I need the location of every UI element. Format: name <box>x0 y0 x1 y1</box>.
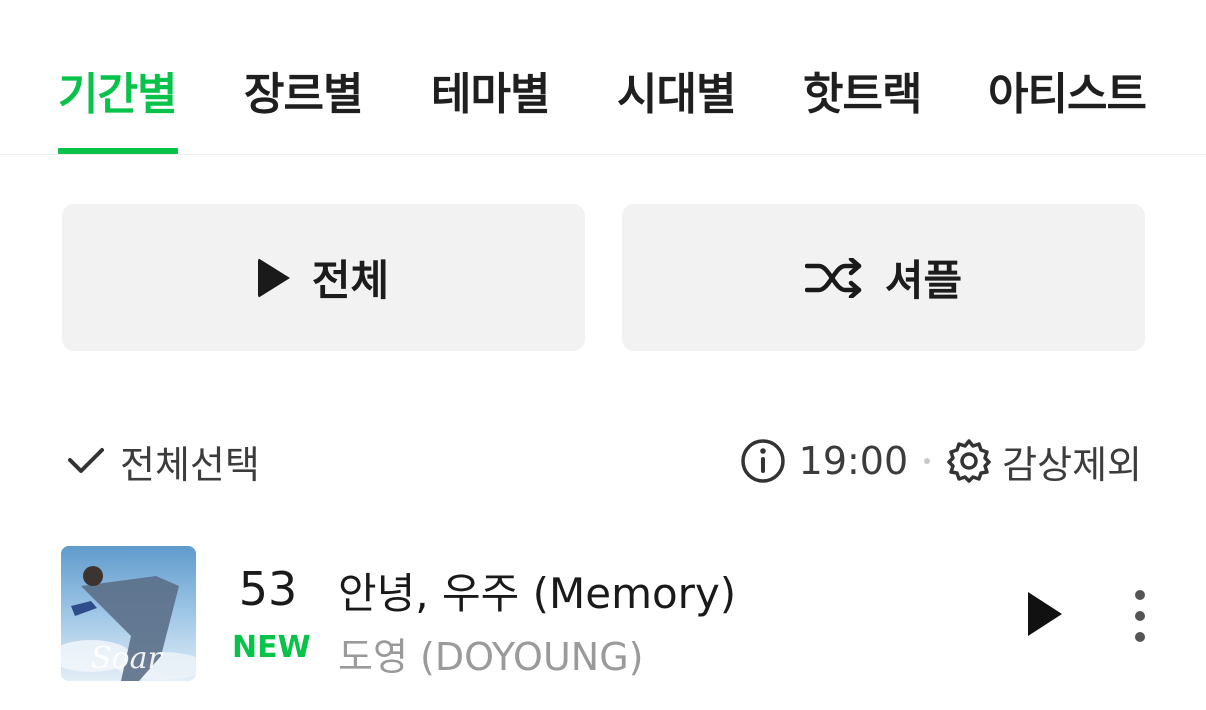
song-title[interactable]: 안녕, 우주 (Memory) <box>338 560 736 621</box>
album-cover-text: Soar <box>91 641 163 676</box>
new-badge: NEW <box>232 630 311 665</box>
active-tab-indicator <box>58 148 178 154</box>
album-cover[interactable]: Soar <box>61 546 196 681</box>
more-vertical-icon-dot <box>1135 611 1145 621</box>
shuffle-icon <box>804 257 862 298</box>
table-row[interactable]: Soar 53 NEW 안녕, 우주 (Memory) 도영 (DOYOUNG) <box>0 540 1206 690</box>
tab-theme[interactable]: 테마별 <box>431 58 550 120</box>
shuffle-button[interactable]: 셔플 <box>622 204 1145 351</box>
shuffle-label: 셔플 <box>884 256 963 305</box>
separator-dot <box>924 458 931 464</box>
more-options-button[interactable] <box>1128 590 1152 642</box>
song-rank: 53 <box>238 562 298 616</box>
select-all-toggle[interactable]: 전체선택 <box>66 436 260 487</box>
exclude-label: 감상제외 <box>1002 442 1142 487</box>
artist-name[interactable]: 도영 (DOYOUNG) <box>338 626 643 681</box>
info-icon[interactable] <box>739 437 787 485</box>
tab-era[interactable]: 시대별 <box>617 58 736 120</box>
play-all-label: 전체 <box>311 256 390 305</box>
more-vertical-icon-dot <box>1135 590 1145 600</box>
tab-period[interactable]: 기간별 <box>58 58 177 120</box>
chart-update-time: 19:00 <box>798 439 909 483</box>
tab-genre[interactable]: 장르별 <box>244 58 363 120</box>
chart-meta: 19:00 감상제외 <box>739 434 1142 488</box>
more-vertical-icon-dot <box>1135 632 1145 642</box>
gear-icon <box>947 439 991 483</box>
exclude-listening-button[interactable]: 감상제외 <box>946 434 1142 489</box>
select-all-label: 전체선택 <box>120 442 260 487</box>
play-icon <box>257 257 290 298</box>
tab-artist[interactable]: 아티스트 <box>988 58 1147 120</box>
check-icon <box>68 448 104 473</box>
play-all-button[interactable]: 전체 <box>62 204 585 351</box>
play-song-button[interactable] <box>1028 592 1062 636</box>
tab-hot-track[interactable]: 핫트랙 <box>803 58 922 120</box>
album-art-image: Soar <box>61 546 196 681</box>
category-tab-bar: 기간별 장르별 테마별 시대별 핫트랙 아티스트 <box>0 0 1206 155</box>
